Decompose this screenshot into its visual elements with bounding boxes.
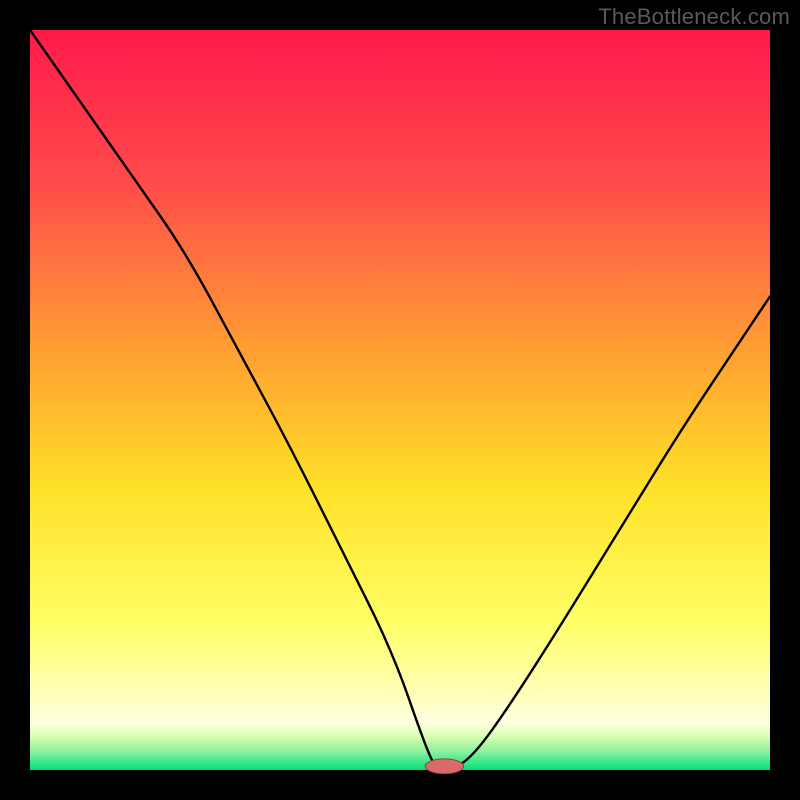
bottleneck-chart	[0, 0, 800, 800]
chart-frame: { "watermark": "TheBottleneck.com", "col…	[0, 0, 800, 800]
watermark-text: TheBottleneck.com	[598, 4, 790, 30]
optimal-marker	[425, 759, 463, 774]
plot-background	[30, 30, 770, 770]
